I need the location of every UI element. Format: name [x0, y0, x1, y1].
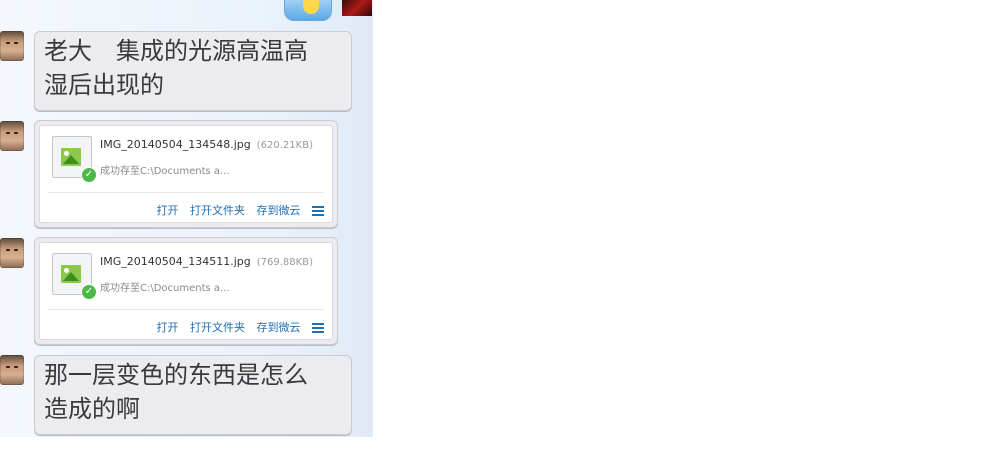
save-to-weiyun-link[interactable]: 存到微云 [257, 204, 301, 217]
file-card: ✓ IMG_20140504_134511.jpg (769.88KB) 成功存至… [39, 242, 333, 340]
chat-panel: 老大 集成的光源高温高 湿后出现的 ✓ IMG_20140504_134548.… [0, 0, 373, 437]
sender-avatar[interactable] [0, 238, 24, 268]
message-text: 老大 集成的光源高温高 湿后出现的 [44, 37, 308, 99]
image-file-icon[interactable]: ✓ [52, 253, 97, 300]
message-bubble: 那一层变色的东西是怎么 造成的啊 [34, 355, 352, 435]
file-message: ✓ IMG_20140504_134548.jpg (620.21KB) 成功存至… [34, 120, 338, 228]
menu-icon[interactable] [312, 206, 324, 216]
open-folder-link[interactable]: 打开文件夹 [190, 204, 245, 217]
message-text: 那一层变色的东西是怎么 造成的啊 [44, 361, 308, 423]
user-avatar-top[interactable] [342, 0, 372, 16]
save-to-weiyun-link[interactable]: 存到微云 [257, 321, 301, 334]
message-bubble: 老大 集成的光源高温高 湿后出现的 [34, 31, 352, 111]
file-actions: 打开 打开文件夹 存到微云 [149, 319, 324, 335]
sender-avatar[interactable] [0, 121, 24, 151]
file-status: 成功存至C:\Documents a... [100, 283, 230, 294]
divider [48, 309, 324, 310]
open-folder-link[interactable]: 打开文件夹 [190, 321, 245, 334]
file-card: ✓ IMG_20140504_134548.jpg (620.21KB) 成功存至… [39, 125, 333, 223]
divider [48, 192, 324, 193]
sender-avatar[interactable] [0, 355, 24, 385]
menu-icon[interactable] [312, 323, 324, 333]
file-message: ✓ IMG_20140504_134511.jpg (769.88KB) 成功存至… [34, 237, 338, 345]
file-size: (620.21KB) [256, 140, 313, 151]
file-name[interactable]: IMG_20140504_134548.jpg (620.21KB) [100, 138, 313, 151]
file-name[interactable]: IMG_20140504_134511.jpg (769.88KB) [100, 255, 313, 268]
emoji-icon[interactable] [284, 0, 332, 21]
open-link[interactable]: 打开 [157, 321, 179, 334]
file-size: (769.88KB) [256, 257, 313, 268]
file-status: 成功存至C:\Documents a... [100, 166, 230, 177]
open-link[interactable]: 打开 [157, 204, 179, 217]
checkmark-icon: ✓ [81, 284, 97, 300]
file-actions: 打开 打开文件夹 存到微云 [149, 202, 324, 218]
image-file-icon[interactable]: ✓ [52, 136, 97, 183]
sender-avatar[interactable] [0, 31, 24, 61]
checkmark-icon: ✓ [81, 167, 97, 183]
